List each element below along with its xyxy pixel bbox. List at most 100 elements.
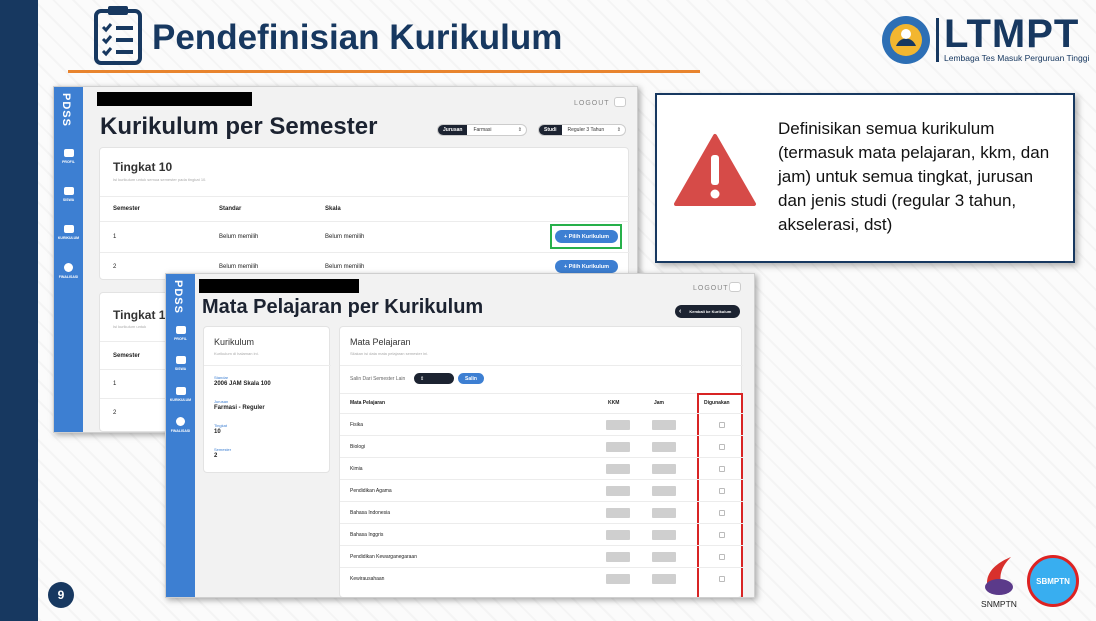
- book-icon: [175, 387, 186, 395]
- logout-link[interactable]: LOGOUT: [693, 285, 729, 292]
- sidebar-item-profil[interactable]: PROFIL: [54, 149, 83, 164]
- snmptn-emblem-icon: [985, 557, 1013, 595]
- jam-input[interactable]: [652, 464, 676, 474]
- highlight-box-green: [550, 224, 622, 249]
- check-circle-icon: [176, 417, 185, 426]
- studi-select[interactable]: Studi Reguler 3 Tahun ⇕: [538, 124, 626, 136]
- sidebar-item-siswa[interactable]: SISWA: [166, 356, 195, 371]
- page-title: Kurikulum per Semester: [100, 113, 378, 140]
- field-value: 10: [214, 429, 221, 435]
- users-icon: [63, 187, 74, 195]
- card-subtitle: Isi kurikulum untuk semua semester pada …: [113, 177, 207, 182]
- card-title: Mata Pelajaran: [350, 337, 411, 347]
- users-icon: [175, 356, 186, 364]
- digunakan-checkbox[interactable]: [719, 466, 725, 472]
- jam-input[interactable]: [652, 486, 676, 496]
- digunakan-checkbox[interactable]: [719, 444, 725, 450]
- column-header: Mata Pelajaran: [350, 400, 386, 406]
- sidebar-item-finalisasi[interactable]: FINALISASI: [54, 263, 83, 279]
- app-sidebar: PDSS PROFIL SISWA KURIKULUM FINALISASI: [166, 274, 195, 597]
- sidebar-item-siswa[interactable]: SISWA: [54, 187, 83, 202]
- instruction-callout: Definisikan semua kurikulum (termasuk ma…: [655, 93, 1075, 263]
- sbmptn-logo: SBMPTN: [1027, 555, 1079, 607]
- redacted-school-name: [97, 92, 252, 106]
- jam-input[interactable]: [652, 552, 676, 562]
- subject-name: Pendidikan Kewarganegaraan: [350, 554, 417, 560]
- jam-input[interactable]: [652, 530, 676, 540]
- field-value: 2006 JAM Skala 100: [214, 381, 271, 387]
- pilih-kurikulum-button[interactable]: + Pilih Kurikulum: [555, 260, 618, 273]
- chevron-icon: ⇕: [517, 127, 522, 133]
- kkm-input[interactable]: [606, 508, 630, 518]
- card-mata-pelajaran: Mata Pelajaran Silakan isi data mata pel…: [339, 326, 743, 597]
- field-label: Standar: [214, 375, 229, 380]
- sidebar-item-kurikulum[interactable]: KURIKULUM: [54, 225, 83, 240]
- table-cell: 2: [113, 264, 117, 270]
- kkm-input[interactable]: [606, 486, 630, 496]
- ltmpt-logo-subtitle: Lembaga Tes Masuk Perguruan Tinggi: [944, 53, 1090, 63]
- redacted-school-name: [199, 279, 359, 293]
- book-icon: [63, 225, 74, 233]
- digunakan-checkbox[interactable]: [719, 488, 725, 494]
- card-subtitle: Silakan isi data mata pelajaran semester…: [350, 351, 429, 356]
- logo-separator: [936, 18, 939, 62]
- table-cell: Belum memilih: [325, 234, 365, 240]
- kkm-input[interactable]: [606, 420, 630, 430]
- sidebar-item-finalisasi[interactable]: FINALISASI: [166, 417, 195, 433]
- card-subtitle: Kurikulum di halaman ini.: [214, 351, 259, 356]
- table-cell: Belum memilih: [325, 264, 365, 270]
- field-label: Tingkat: [214, 423, 227, 428]
- logout-link[interactable]: LOGOUT: [574, 100, 610, 107]
- card-title: Tingkat 11: [113, 308, 172, 322]
- jam-input[interactable]: [652, 420, 676, 430]
- pdss-logo: PDSS: [60, 93, 72, 127]
- page-number: 9: [48, 582, 74, 608]
- jam-input[interactable]: [652, 442, 676, 452]
- subject-name: Bahasa Indonesia: [350, 510, 391, 516]
- warning-icon: [674, 134, 756, 206]
- kkm-input[interactable]: [606, 464, 630, 474]
- title-underline: [68, 70, 700, 73]
- field-label: Semester: [214, 447, 232, 452]
- subject-name: Pendidikan Agama: [350, 488, 392, 494]
- kkm-input[interactable]: [606, 530, 630, 540]
- kembali-button[interactable]: ‹ Kembali ke Kurikulum: [675, 305, 740, 318]
- field-value: Farmasi - Reguler: [214, 405, 265, 411]
- digunakan-checkbox[interactable]: [719, 576, 725, 582]
- kkm-input[interactable]: [606, 442, 630, 452]
- sidebar-item-kurikulum[interactable]: KURIKULUM: [166, 387, 195, 402]
- jurusan-select[interactable]: Jurusan Farmasi ⇕: [437, 124, 527, 136]
- callout-text: Definisikan semua kurikulum (termasuk ma…: [778, 119, 1050, 234]
- card-title: Tingkat 10: [113, 160, 173, 174]
- snmptn-logo: SNMPTN: [977, 553, 1021, 613]
- field-label: Jurusan: [214, 399, 229, 404]
- jam-input[interactable]: [652, 574, 676, 584]
- copy-label: Salin Dari Semester Lain: [350, 376, 406, 382]
- tut-wuri-emblem-icon: [882, 16, 930, 64]
- app-sidebar: PDSS PROFIL SISWA KURIKULUM FINALISASI: [54, 87, 83, 432]
- logout-icon[interactable]: [614, 97, 626, 107]
- column-header: Semester: [113, 353, 141, 359]
- digunakan-checkbox[interactable]: [719, 510, 725, 516]
- sidebar-item-profil[interactable]: PROFIL: [166, 326, 195, 341]
- check-circle-icon: [64, 263, 73, 272]
- digunakan-checkbox[interactable]: [719, 554, 725, 560]
- salin-button[interactable]: Salin: [458, 373, 484, 384]
- jam-input[interactable]: [652, 508, 676, 518]
- copy-semester-select[interactable]: ⇕: [414, 373, 454, 384]
- page-title: Mata Pelajaran per Kurikulum: [202, 296, 484, 318]
- chevron-icon: ⇕: [616, 127, 621, 133]
- ltmpt-logo-text: LTMPT: [944, 12, 1080, 56]
- logout-icon[interactable]: [729, 282, 741, 292]
- digunakan-checkbox[interactable]: [719, 532, 725, 538]
- checklist-icon: [94, 6, 142, 65]
- table-cell: Belum memilih: [219, 234, 259, 240]
- card-kurikulum-info: Kurikulum Kurikulum di halaman ini. Stan…: [203, 326, 331, 473]
- slide-title: Pendefinisian Kurikulum: [152, 18, 563, 57]
- kkm-input[interactable]: [606, 552, 630, 562]
- table-cell: 1: [113, 381, 117, 387]
- subject-name: Kimia: [350, 466, 363, 472]
- subject-name: Kewirausahaan: [350, 576, 385, 582]
- kkm-input[interactable]: [606, 574, 630, 584]
- digunakan-checkbox[interactable]: [719, 422, 725, 428]
